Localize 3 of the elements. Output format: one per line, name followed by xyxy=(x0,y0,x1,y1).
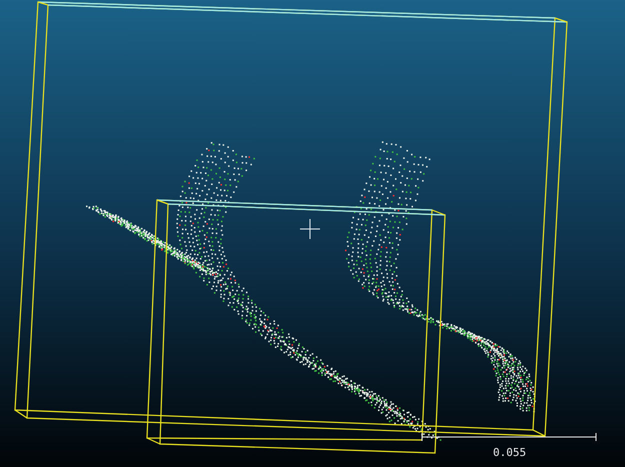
crosshair-icon xyxy=(300,218,320,240)
3d-viewport[interactable]: 0.055 xyxy=(0,0,625,467)
scale-bar-label: 0.055 xyxy=(493,446,526,459)
